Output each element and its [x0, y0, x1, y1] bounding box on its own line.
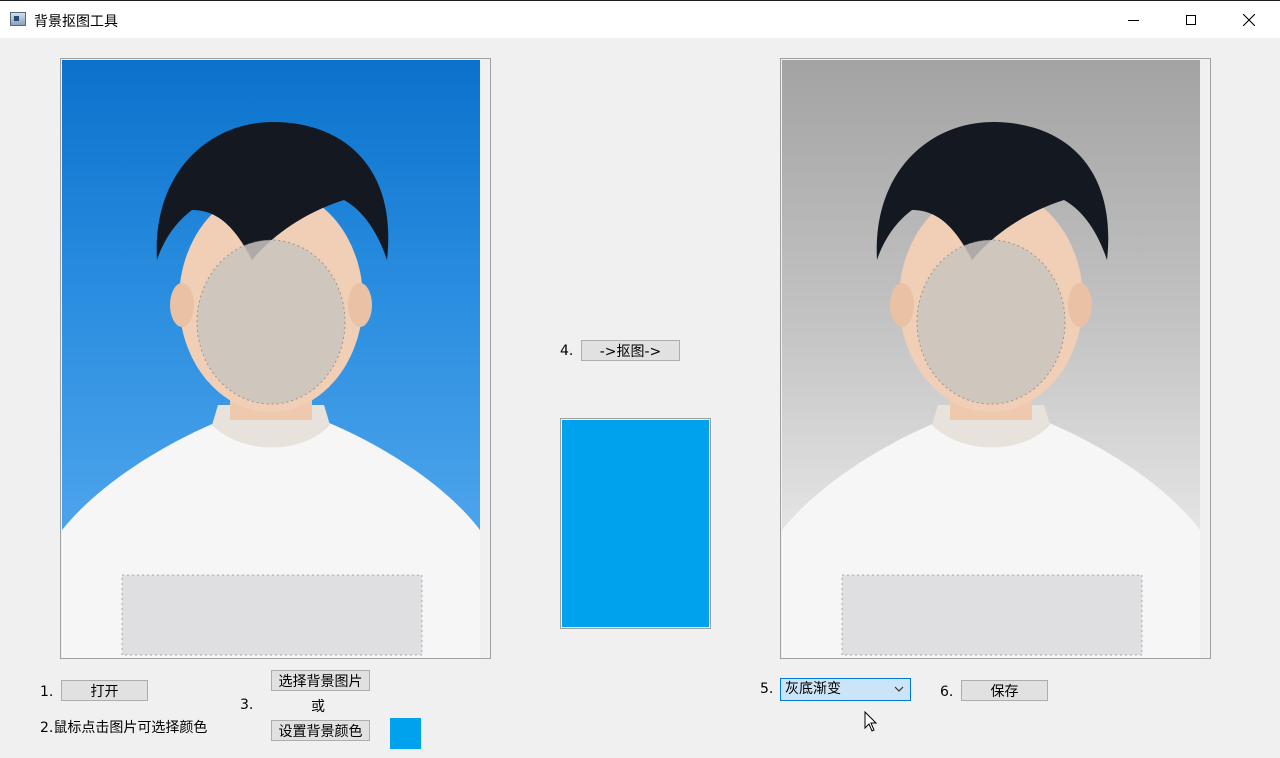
background-preview-fill: [562, 420, 709, 627]
step4-number: 4.: [560, 343, 574, 359]
background-style-select[interactable]: 灰底渐变: [780, 678, 911, 701]
open-button[interactable]: 打开: [61, 680, 148, 701]
or-label: 或: [311, 699, 325, 715]
close-icon: [1243, 14, 1255, 26]
mouse-pointer-icon: [864, 711, 878, 732]
original-image[interactable]: [62, 60, 480, 658]
save-button[interactable]: 保存: [961, 680, 1048, 701]
step3-number: 3.: [240, 697, 254, 713]
portrait-person: [62, 121, 480, 658]
step5-number: 5.: [760, 681, 774, 697]
step6-number: 6.: [940, 684, 954, 700]
app-icon: [10, 12, 26, 26]
window-title: 背景抠图工具: [34, 14, 118, 30]
close-button[interactable]: [1220, 1, 1278, 39]
minimize-icon: [1127, 19, 1139, 21]
background-preview: [560, 418, 711, 629]
color-swatch[interactable]: [390, 718, 421, 749]
result-image: [782, 60, 1200, 658]
portrait-person: [782, 121, 1200, 658]
step1-number: 1.: [40, 684, 54, 700]
original-image-frame: [60, 58, 491, 659]
background-style-value: 灰底渐变: [785, 681, 841, 697]
step2-hint: 2.鼠标点击图片可选择颜色: [40, 720, 208, 736]
chevron-down-icon: [894, 686, 904, 692]
cutout-button[interactable]: ->抠图->: [581, 340, 680, 361]
maximize-button[interactable]: [1162, 1, 1220, 39]
select-background-image-button[interactable]: 选择背景图片: [271, 670, 370, 691]
maximize-icon: [1186, 15, 1196, 25]
minimize-button[interactable]: [1104, 1, 1162, 39]
result-image-frame: [780, 58, 1211, 659]
set-background-color-button[interactable]: 设置背景颜色: [271, 720, 370, 741]
title-bar: 背景抠图工具: [0, 0, 1280, 38]
